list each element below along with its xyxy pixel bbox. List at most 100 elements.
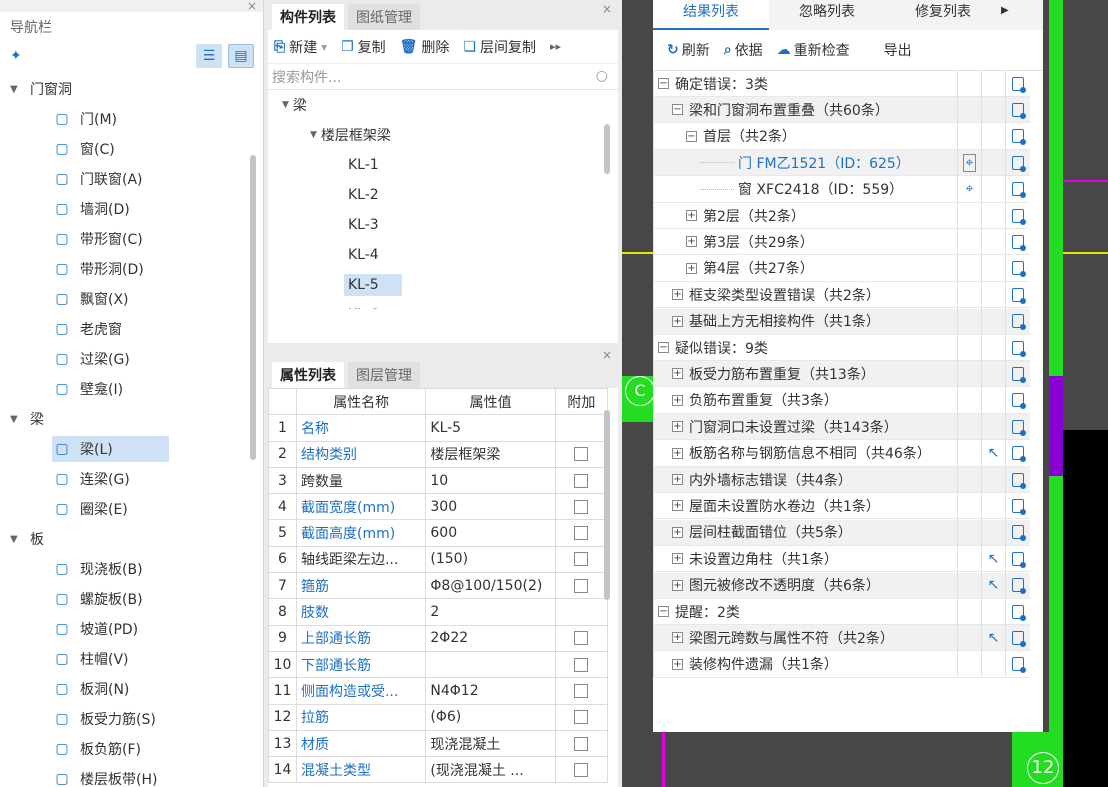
- new-button[interactable]: ⎘ 新建 ▾: [274, 37, 327, 57]
- property-row[interactable]: 10 下部通长筋: [268, 650, 609, 679]
- collapse-icon[interactable]: −: [672, 104, 683, 116]
- extra-checkbox[interactable]: [574, 683, 589, 698]
- recheck-button[interactable]: ☁ 重新检查: [777, 40, 850, 60]
- nav-item[interactable]: ▢ 老虎窗: [0, 314, 263, 344]
- result-row[interactable]: + 基础上方无相接构件（共1条）: [654, 308, 1030, 335]
- result-row[interactable]: − 提醒：2类: [654, 598, 1030, 625]
- nav-item[interactable]: ▢ 柱帽(V): [0, 644, 263, 674]
- result-row[interactable]: + 梁图元跨数与属性不符（共2条） ↖: [654, 624, 1030, 652]
- collapse-icon[interactable]: −: [658, 342, 669, 353]
- property-value[interactable]: N4Φ12: [425, 677, 556, 705]
- expand-icon[interactable]: +: [672, 447, 683, 459]
- result-row[interactable]: + 层间柱截面错位（共5条）: [654, 519, 1030, 546]
- fix-arrow-icon[interactable]: ↖: [988, 577, 1000, 593]
- document-icon[interactable]: [1011, 366, 1026, 383]
- document-icon[interactable]: [1011, 234, 1026, 251]
- result-row[interactable]: + 板筋名称与钢筋信息不相同（共46条） ↖: [654, 440, 1030, 467]
- copy-button[interactable]: ❐ 复制: [341, 37, 386, 57]
- document-icon[interactable]: [1011, 446, 1026, 463]
- extra-checkbox[interactable]: [574, 710, 589, 725]
- tab-layer-management[interactable]: 图层管理: [348, 362, 420, 388]
- document-icon[interactable]: [1011, 630, 1026, 647]
- document-icon[interactable]: [1011, 498, 1026, 515]
- nav-item[interactable]: ▢ 现浇板(B): [0, 554, 263, 584]
- tab-drawing-management[interactable]: 图纸管理: [348, 4, 420, 30]
- property-value[interactable]: [425, 650, 556, 679]
- property-value[interactable]: Φ8@100/150(2): [425, 572, 556, 600]
- extra-checkbox[interactable]: [574, 631, 589, 646]
- property-row[interactable]: 7 箍筋 Φ8@100/150(2): [268, 572, 609, 600]
- property-row[interactable]: 1 名称 KL-5: [268, 414, 609, 442]
- document-icon[interactable]: [1011, 182, 1026, 199]
- list-view-icon[interactable]: ☰: [196, 44, 222, 68]
- nav-item[interactable]: ▢ 门联窗(A): [0, 164, 263, 194]
- extra-checkbox[interactable]: [574, 657, 589, 672]
- nav-item[interactable]: ▢ 楼层板带(H): [0, 764, 263, 787]
- extra-checkbox[interactable]: [574, 447, 589, 462]
- nav-group[interactable]: ▼ 板: [0, 524, 263, 554]
- document-icon[interactable]: [1011, 472, 1026, 489]
- property-row[interactable]: 5 截面高度(mm) 600: [268, 519, 609, 547]
- expand-icon[interactable]: +: [672, 658, 683, 670]
- search-input[interactable]: 搜索构件...: [272, 67, 341, 87]
- document-icon[interactable]: [1011, 393, 1026, 410]
- extra-checkbox[interactable]: [574, 736, 589, 751]
- result-row[interactable]: + 屋面未设置防水卷边（共1条）: [654, 492, 1030, 520]
- property-value[interactable]: (150): [425, 545, 556, 574]
- tree-item[interactable]: KL-3: [268, 210, 618, 240]
- property-row[interactable]: 2 结构类别 楼层框架梁: [268, 440, 609, 468]
- basis-button[interactable]: ⌕ 依据: [724, 40, 763, 60]
- document-icon[interactable]: [1011, 578, 1026, 595]
- result-row[interactable]: − 梁和门窗洞布置重叠（共60条）: [654, 96, 1030, 124]
- property-value[interactable]: (现浇混凝土 ...: [425, 756, 556, 784]
- nav-group[interactable]: ▼ 梁: [0, 404, 263, 434]
- extra-checkbox[interactable]: [574, 473, 589, 488]
- result-row[interactable]: − 首层（共2条）: [654, 123, 1030, 150]
- document-icon[interactable]: [1011, 102, 1026, 119]
- document-icon[interactable]: [1011, 314, 1026, 331]
- fix-arrow-icon[interactable]: ↖: [988, 630, 1000, 646]
- nav-item[interactable]: ▢ 板受力筋(S): [0, 704, 263, 734]
- locate-icon[interactable]: ⌖: [962, 153, 977, 172]
- property-value[interactable]: KL-5: [425, 414, 556, 442]
- chevron-down-icon[interactable]: ▼: [10, 84, 30, 95]
- component-search[interactable]: 搜索构件... ○: [268, 64, 618, 90]
- locate-icon[interactable]: ⌖: [966, 181, 974, 197]
- tree-item[interactable]: KL-6: [268, 300, 618, 309]
- nav-group[interactable]: ▼ 门窗洞: [0, 74, 263, 104]
- collapse-icon[interactable]: −: [658, 78, 669, 89]
- expand-icon[interactable]: +: [672, 368, 683, 380]
- document-icon[interactable]: [1011, 208, 1026, 225]
- result-row[interactable]: + 框支梁类型设置错误（共2条）: [654, 281, 1030, 309]
- result-row[interactable]: + 内外墙标志错误（共4条）: [654, 466, 1030, 493]
- result-row[interactable]: + 第4层（共27条）: [654, 255, 1030, 282]
- document-icon[interactable]: [1011, 287, 1026, 304]
- result-row[interactable]: + 第3层（共29条）: [654, 228, 1030, 256]
- nav-item[interactable]: ▢ 带形洞(D): [0, 254, 263, 284]
- nav-item[interactable]: ▢ 过梁(G): [0, 344, 263, 374]
- nav-item[interactable]: ▢ 墙洞(D): [0, 194, 263, 224]
- expand-icon[interactable]: +: [672, 526, 683, 538]
- result-row[interactable]: + 图元被修改不透明度（共6条） ↖: [654, 572, 1030, 599]
- document-icon[interactable]: [1011, 261, 1026, 278]
- nav-item[interactable]: ▢ 坡道(PD): [0, 614, 263, 644]
- floor-copy-button[interactable]: ❏ 层间复制: [463, 37, 536, 57]
- property-value[interactable]: 300: [425, 493, 556, 521]
- tree-node-frame-beam[interactable]: ▼ 楼层框架梁: [268, 120, 618, 150]
- property-value[interactable]: 10: [425, 466, 556, 495]
- result-row[interactable]: − 疑似错误：9类: [654, 334, 1030, 361]
- result-row[interactable]: + 第2层（共2条）: [654, 202, 1030, 229]
- fix-arrow-icon[interactable]: ↖: [988, 445, 1000, 461]
- collapse-icon[interactable]: −: [658, 606, 669, 617]
- document-icon[interactable]: [1011, 551, 1026, 568]
- nav-scrollbar[interactable]: [250, 155, 256, 460]
- nav-item[interactable]: ▢ 板负筋(F): [0, 734, 263, 764]
- chevron-down-icon[interactable]: ▼: [310, 130, 317, 140]
- component-scrollbar[interactable]: [604, 124, 610, 174]
- property-value[interactable]: (Φ6): [425, 703, 556, 731]
- extra-checkbox[interactable]: [574, 578, 589, 593]
- expand-icon[interactable]: +: [672, 315, 683, 327]
- extra-checkbox[interactable]: [574, 552, 589, 567]
- expand-icon[interactable]: +: [672, 553, 683, 565]
- tab-scroll-right-icon[interactable]: ▶: [1001, 0, 1009, 30]
